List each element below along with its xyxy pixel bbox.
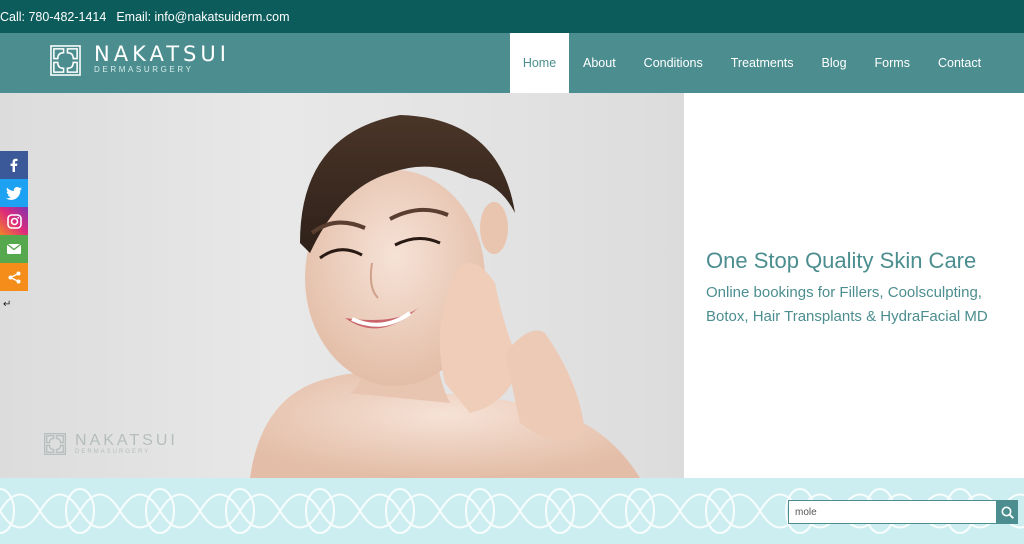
site-logo[interactable]: NAKATSUI DERMASURGERY: [50, 44, 230, 76]
pattern-wave: [279, 493, 361, 529]
nav-conditions[interactable]: Conditions: [644, 33, 703, 93]
pattern-wave: [39, 493, 121, 529]
email-text[interactable]: Email: info@nakatsuiderm.com: [116, 10, 289, 24]
pattern-wave: [0, 493, 41, 513]
contact-bar: Call: 780-482-1414 Email: info@nakatsuid…: [0, 0, 1024, 33]
share-icon[interactable]: [0, 263, 28, 291]
hero-watermark-logo: NAKATSUI DERMASURGERY: [44, 433, 178, 455]
twitter-icon[interactable]: [0, 179, 28, 207]
nav-blog[interactable]: Blog: [822, 33, 847, 93]
hero-title: One Stop Quality Skin Care: [706, 248, 977, 273]
main-navigation: NAKATSUI DERMASURGERY Home About Conditi…: [0, 33, 1024, 93]
nav-forms[interactable]: Forms: [875, 33, 910, 93]
instagram-icon[interactable]: [0, 207, 28, 235]
search-box: [788, 500, 1018, 524]
pattern-wave: [519, 493, 601, 529]
logo-mark-icon: [50, 44, 81, 76]
pattern-wave: [599, 493, 681, 529]
pattern-wave: [119, 493, 201, 529]
social-share-bar: [0, 151, 28, 291]
pattern-wave: [0, 509, 41, 529]
nav-contact[interactable]: Contact: [938, 33, 981, 93]
pattern-wave: [679, 493, 761, 529]
collapse-share-icon[interactable]: ↵: [3, 299, 11, 310]
email-icon[interactable]: [0, 235, 28, 263]
search-icon: [1001, 506, 1014, 519]
hero-text-panel: One Stop Quality Skin Care Online bookin…: [684, 93, 1024, 478]
watermark-name: NAKATSUI: [75, 432, 178, 449]
pattern-oval: [0, 488, 15, 534]
search-input[interactable]: [788, 500, 996, 524]
watermark-subtitle: DERMASURGERY: [75, 449, 151, 455]
watermark-logo-icon: [44, 433, 66, 455]
pattern-wave: [199, 493, 281, 529]
nav-menu: Home About Conditions Treatments Blog Fo…: [510, 33, 981, 93]
hero-image: NAKATSUI DERMASURGERY: [0, 93, 684, 478]
nav-treatments[interactable]: Treatments: [731, 33, 794, 93]
pattern-wave: [439, 493, 521, 529]
hero-woman-illustration: [250, 115, 640, 478]
nav-home[interactable]: Home: [510, 33, 569, 93]
hero-subtitle: Online bookings for Fillers, Coolsculpti…: [706, 284, 988, 325]
search-button[interactable]: [996, 500, 1018, 524]
facebook-icon[interactable]: [0, 151, 28, 179]
pattern-wave: [359, 493, 441, 529]
logo-name: NAKATSUI: [94, 42, 230, 66]
phone-text[interactable]: Call: 780-482-1414: [0, 10, 106, 24]
nav-about[interactable]: About: [583, 33, 616, 93]
